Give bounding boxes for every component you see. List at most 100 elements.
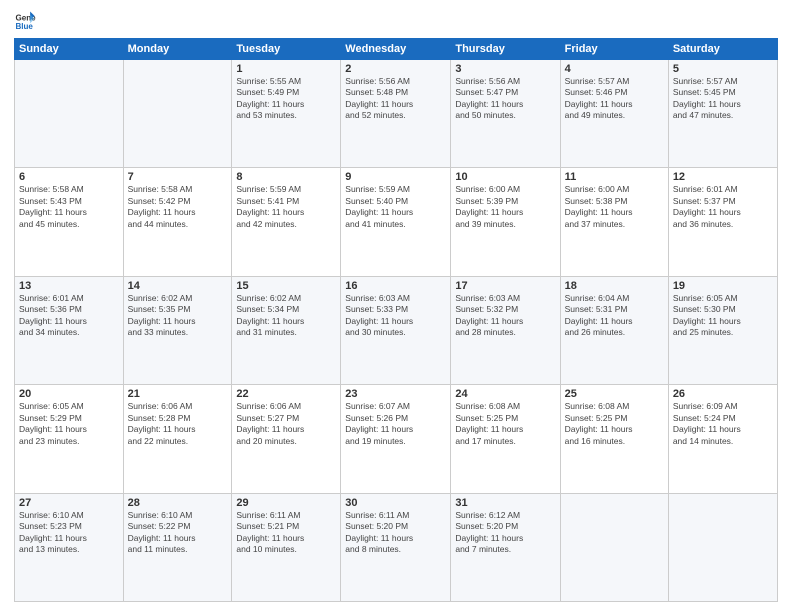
logo: General Blue [14,10,38,32]
day-number: 26 [673,388,773,400]
day-number: 1 [236,63,336,75]
day-info: Sunrise: 5:55 AM Sunset: 5:49 PM Dayligh… [236,76,336,122]
calendar-cell: 17Sunrise: 6:03 AM Sunset: 5:32 PM Dayli… [451,276,560,384]
calendar-cell: 10Sunrise: 6:00 AM Sunset: 5:39 PM Dayli… [451,168,560,276]
day-info: Sunrise: 5:56 AM Sunset: 5:48 PM Dayligh… [345,76,446,122]
day-number: 3 [455,63,555,75]
day-info: Sunrise: 6:08 AM Sunset: 5:25 PM Dayligh… [455,401,555,447]
calendar-cell: 8Sunrise: 5:59 AM Sunset: 5:41 PM Daylig… [232,168,341,276]
page: General Blue SundayMondayTuesdayWednesda… [0,0,792,612]
calendar-cell: 23Sunrise: 6:07 AM Sunset: 5:26 PM Dayli… [341,385,451,493]
day-info: Sunrise: 6:06 AM Sunset: 5:28 PM Dayligh… [128,401,228,447]
day-number: 31 [455,497,555,509]
calendar-cell: 4Sunrise: 5:57 AM Sunset: 5:46 PM Daylig… [560,60,668,168]
day-number: 9 [345,171,446,183]
calendar-header-row: SundayMondayTuesdayWednesdayThursdayFrid… [15,39,778,60]
day-info: Sunrise: 6:11 AM Sunset: 5:21 PM Dayligh… [236,510,336,556]
calendar-cell: 27Sunrise: 6:10 AM Sunset: 5:23 PM Dayli… [15,493,124,601]
day-number: 10 [455,171,555,183]
calendar-cell: 16Sunrise: 6:03 AM Sunset: 5:33 PM Dayli… [341,276,451,384]
svg-text:Blue: Blue [15,22,33,31]
calendar-cell [123,60,232,168]
calendar-header-friday: Friday [560,39,668,60]
day-number: 2 [345,63,446,75]
day-info: Sunrise: 6:10 AM Sunset: 5:22 PM Dayligh… [128,510,228,556]
day-info: Sunrise: 6:03 AM Sunset: 5:33 PM Dayligh… [345,293,446,339]
day-number: 30 [345,497,446,509]
calendar-cell: 1Sunrise: 5:55 AM Sunset: 5:49 PM Daylig… [232,60,341,168]
day-number: 11 [565,171,664,183]
day-number: 17 [455,280,555,292]
day-info: Sunrise: 6:00 AM Sunset: 5:38 PM Dayligh… [565,184,664,230]
calendar-header-monday: Monday [123,39,232,60]
day-number: 25 [565,388,664,400]
calendar-cell: 19Sunrise: 6:05 AM Sunset: 5:30 PM Dayli… [668,276,777,384]
calendar-cell: 12Sunrise: 6:01 AM Sunset: 5:37 PM Dayli… [668,168,777,276]
day-info: Sunrise: 6:10 AM Sunset: 5:23 PM Dayligh… [19,510,119,556]
day-info: Sunrise: 6:00 AM Sunset: 5:39 PM Dayligh… [455,184,555,230]
calendar-cell: 24Sunrise: 6:08 AM Sunset: 5:25 PM Dayli… [451,385,560,493]
day-info: Sunrise: 6:02 AM Sunset: 5:34 PM Dayligh… [236,293,336,339]
day-info: Sunrise: 5:56 AM Sunset: 5:47 PM Dayligh… [455,76,555,122]
day-number: 15 [236,280,336,292]
calendar-cell: 26Sunrise: 6:09 AM Sunset: 5:24 PM Dayli… [668,385,777,493]
calendar-week-3: 13Sunrise: 6:01 AM Sunset: 5:36 PM Dayli… [15,276,778,384]
day-info: Sunrise: 6:09 AM Sunset: 5:24 PM Dayligh… [673,401,773,447]
calendar-cell: 25Sunrise: 6:08 AM Sunset: 5:25 PM Dayli… [560,385,668,493]
calendar-cell [668,493,777,601]
calendar-cell: 20Sunrise: 6:05 AM Sunset: 5:29 PM Dayli… [15,385,124,493]
day-number: 21 [128,388,228,400]
day-number: 8 [236,171,336,183]
calendar-cell: 6Sunrise: 5:58 AM Sunset: 5:43 PM Daylig… [15,168,124,276]
calendar-cell: 28Sunrise: 6:10 AM Sunset: 5:22 PM Dayli… [123,493,232,601]
day-info: Sunrise: 5:57 AM Sunset: 5:45 PM Dayligh… [673,76,773,122]
calendar-cell: 9Sunrise: 5:59 AM Sunset: 5:40 PM Daylig… [341,168,451,276]
day-number: 19 [673,280,773,292]
day-info: Sunrise: 5:59 AM Sunset: 5:40 PM Dayligh… [345,184,446,230]
calendar-week-5: 27Sunrise: 6:10 AM Sunset: 5:23 PM Dayli… [15,493,778,601]
day-info: Sunrise: 6:06 AM Sunset: 5:27 PM Dayligh… [236,401,336,447]
day-number: 13 [19,280,119,292]
calendar-cell: 18Sunrise: 6:04 AM Sunset: 5:31 PM Dayli… [560,276,668,384]
day-number: 14 [128,280,228,292]
day-number: 16 [345,280,446,292]
day-info: Sunrise: 6:05 AM Sunset: 5:30 PM Dayligh… [673,293,773,339]
calendar-cell: 21Sunrise: 6:06 AM Sunset: 5:28 PM Dayli… [123,385,232,493]
logo-icon: General Blue [14,10,36,32]
day-info: Sunrise: 6:12 AM Sunset: 5:20 PM Dayligh… [455,510,555,556]
calendar-cell: 13Sunrise: 6:01 AM Sunset: 5:36 PM Dayli… [15,276,124,384]
calendar-header-saturday: Saturday [668,39,777,60]
day-info: Sunrise: 5:59 AM Sunset: 5:41 PM Dayligh… [236,184,336,230]
calendar-cell: 29Sunrise: 6:11 AM Sunset: 5:21 PM Dayli… [232,493,341,601]
day-number: 20 [19,388,119,400]
day-info: Sunrise: 6:02 AM Sunset: 5:35 PM Dayligh… [128,293,228,339]
day-info: Sunrise: 6:04 AM Sunset: 5:31 PM Dayligh… [565,293,664,339]
calendar-cell: 5Sunrise: 5:57 AM Sunset: 5:45 PM Daylig… [668,60,777,168]
day-number: 23 [345,388,446,400]
day-number: 24 [455,388,555,400]
calendar-table: SundayMondayTuesdayWednesdayThursdayFrid… [14,38,778,602]
day-number: 4 [565,63,664,75]
day-number: 18 [565,280,664,292]
calendar-cell: 2Sunrise: 5:56 AM Sunset: 5:48 PM Daylig… [341,60,451,168]
day-info: Sunrise: 5:58 AM Sunset: 5:42 PM Dayligh… [128,184,228,230]
day-info: Sunrise: 5:58 AM Sunset: 5:43 PM Dayligh… [19,184,119,230]
day-number: 7 [128,171,228,183]
day-number: 5 [673,63,773,75]
calendar-header-wednesday: Wednesday [341,39,451,60]
day-info: Sunrise: 6:01 AM Sunset: 5:36 PM Dayligh… [19,293,119,339]
day-number: 6 [19,171,119,183]
calendar-cell [560,493,668,601]
calendar-cell: 31Sunrise: 6:12 AM Sunset: 5:20 PM Dayli… [451,493,560,601]
calendar-cell [15,60,124,168]
calendar-cell: 30Sunrise: 6:11 AM Sunset: 5:20 PM Dayli… [341,493,451,601]
calendar-cell: 15Sunrise: 6:02 AM Sunset: 5:34 PM Dayli… [232,276,341,384]
day-info: Sunrise: 6:07 AM Sunset: 5:26 PM Dayligh… [345,401,446,447]
day-info: Sunrise: 6:11 AM Sunset: 5:20 PM Dayligh… [345,510,446,556]
day-number: 28 [128,497,228,509]
header: General Blue [14,10,778,32]
calendar-week-1: 1Sunrise: 5:55 AM Sunset: 5:49 PM Daylig… [15,60,778,168]
calendar-header-sunday: Sunday [15,39,124,60]
day-number: 27 [19,497,119,509]
calendar-week-2: 6Sunrise: 5:58 AM Sunset: 5:43 PM Daylig… [15,168,778,276]
